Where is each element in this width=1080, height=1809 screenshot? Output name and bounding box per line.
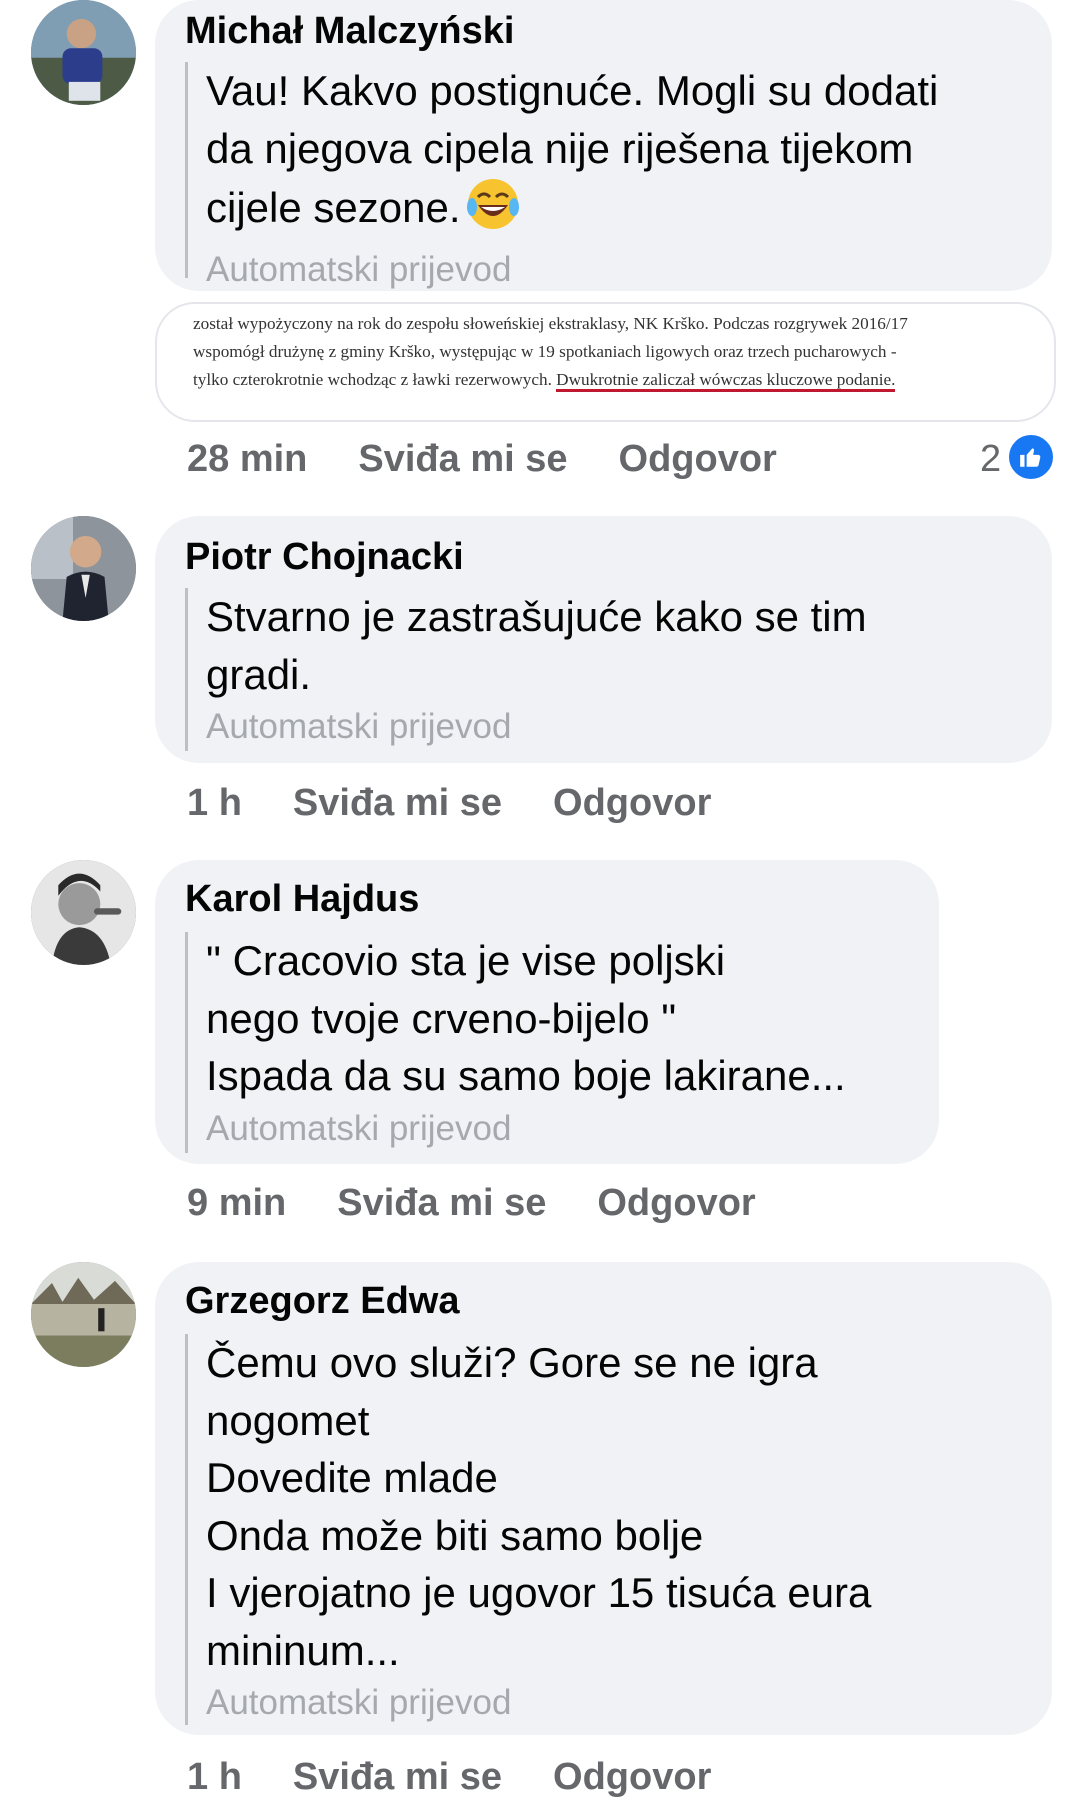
comment-timestamp[interactable]: 1 h (187, 1756, 242, 1798)
reply-button[interactable]: Odgovor (553, 782, 711, 824)
auto-translation-label[interactable]: Automatski prijevod (206, 246, 938, 294)
author-name[interactable]: Piotr Chojnacki (185, 536, 464, 579)
like-button[interactable]: Sviđa mi se (293, 782, 502, 824)
comment-timestamp[interactable]: 9 min (187, 1182, 286, 1224)
comment-line-with-emoji: cijele sezone. (206, 177, 938, 246)
auto-translation-label[interactable]: Automatski prijevod (206, 1105, 846, 1153)
comment-bubble: Michał Malczyński Vau! Kakvo postignuće.… (155, 0, 1052, 291)
comment-line: Čemu ovo služi? Gore se ne igra (206, 1339, 818, 1386)
author-name[interactable]: Grzegorz Edwa (185, 1280, 460, 1323)
avatar[interactable] (31, 516, 136, 621)
comment-text: Vau! Kakvo postignuće. Mogli su dodati d… (185, 62, 939, 289)
comment-line: gradi. (206, 650, 312, 698)
laughing-tears-emoji-icon (466, 177, 520, 246)
attachment-line-with-highlight: tylko czterokrotnie wchodząc z ławki rez… (193, 370, 896, 392)
reaction-count[interactable]: 2 (980, 438, 1001, 481)
auto-translation-label[interactable]: Automatski prijevod (206, 1679, 871, 1727)
like-button[interactable]: Sviđa mi se (337, 1182, 546, 1224)
attachment-line: wspomógł drużynę z gminy Krško, występuj… (193, 342, 897, 361)
attachment-line: został wypożyczony na rok do zespołu sło… (193, 314, 908, 333)
reply-button[interactable]: Odgovor (597, 1182, 755, 1224)
attachment-highlight: Dwukrotnie zaliczał wówczas kluczowe pod… (556, 370, 896, 392)
author-name[interactable]: Michał Malczyński (185, 10, 514, 53)
comment-text: Stvarno je zastrašujuće kako se tim grad… (185, 588, 867, 751)
attachment-line: tylko czterokrotnie wchodząc z ławki rez… (193, 370, 552, 389)
comment-line: " Cracovio sta je vise poljski (206, 937, 726, 984)
avatar-photo-icon (31, 1262, 136, 1367)
comment-line: mininum... (206, 1626, 400, 1674)
avatar[interactable] (31, 0, 136, 105)
comment-line: Onda može biti samo bolje (206, 1511, 704, 1559)
comment-line: da njegova cipela nije riješena tijekom (206, 124, 914, 172)
comment-bubble: Karol Hajdus " Cracovio sta je vise polj… (155, 860, 939, 1164)
reply-button[interactable]: Odgovor (619, 438, 777, 480)
avatar-photo-icon (31, 860, 136, 965)
comment-line: I vjerojatno je ugovor 15 tisuća eura (206, 1569, 872, 1616)
avatar-photo-icon (31, 516, 136, 621)
comment-timestamp[interactable]: 1 h (187, 782, 242, 824)
comment-actions: 28 min Sviđa mi se Odgovor (187, 438, 828, 481)
comment-line: Dovedite mlade (206, 1454, 498, 1501)
comment-line: Ispada da su samo boje lakirane... (206, 1052, 846, 1099)
comment-line: Vau! Kakvo postignuće. Mogli su dodati (206, 67, 939, 114)
like-button[interactable]: Sviđa mi se (293, 1756, 502, 1798)
avatar[interactable] (31, 1262, 136, 1367)
attached-text-screenshot[interactable]: został wypożyczony na rok do zespołu sło… (155, 302, 1056, 422)
auto-translation-label[interactable]: Automatski prijevod (206, 703, 867, 751)
comment-text: Čemu ovo služi? Gore se ne igra nogomet … (185, 1334, 871, 1725)
like-button[interactable]: Sviđa mi se (358, 438, 567, 480)
comment-line: cijele sezone. (206, 184, 461, 231)
comment-actions: 1 h Sviđa mi se Odgovor (187, 782, 762, 825)
comment-actions: 1 h Sviđa mi se Odgovor (187, 1756, 762, 1799)
comment-bubble: Grzegorz Edwa Čemu ovo služi? Gore se ne… (155, 1262, 1052, 1735)
reply-button[interactable]: Odgovor (553, 1756, 711, 1798)
comment-timestamp[interactable]: 28 min (187, 438, 307, 480)
comment-line: nego tvoje crveno-bijelo " (206, 994, 677, 1042)
avatar[interactable] (31, 860, 136, 965)
author-name[interactable]: Karol Hajdus (185, 878, 419, 921)
comment-actions: 9 min Sviđa mi se Odgovor (187, 1182, 807, 1225)
thumbs-up-icon[interactable] (1007, 433, 1055, 481)
comment-line: Stvarno je zastrašujuće kako se tim (206, 593, 867, 640)
comment-text: " Cracovio sta je vise poljski nego tvoj… (185, 932, 846, 1153)
avatar-photo-icon (31, 0, 136, 105)
comment-bubble: Piotr Chojnacki Stvarno je zastrašujuće … (155, 516, 1052, 763)
comment-line: nogomet (206, 1396, 370, 1444)
